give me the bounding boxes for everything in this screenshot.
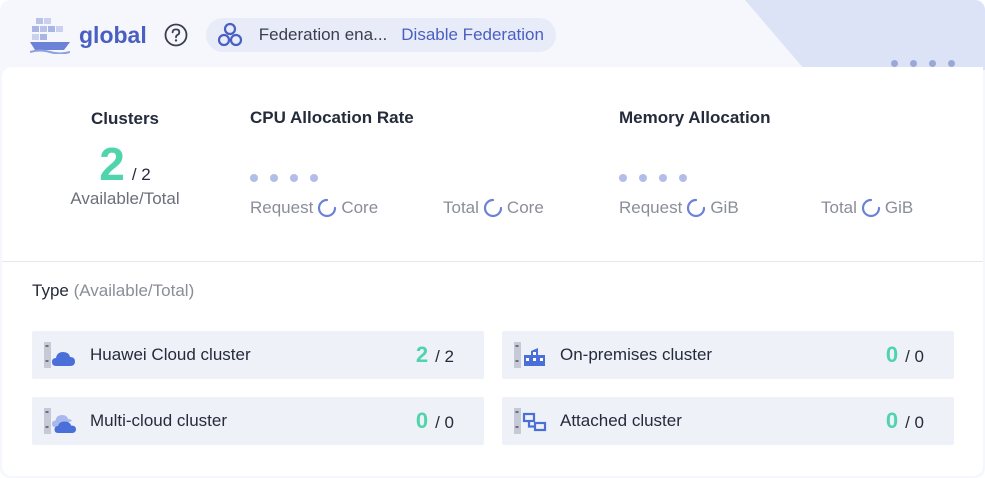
loading-spinner-icon — [861, 198, 881, 218]
cluster-total-count: / 0 — [435, 413, 454, 432]
summary-panel: Clusters 2 / 2 Available/Total CPU Alloc… — [2, 67, 983, 476]
attached-cluster-icon — [514, 408, 547, 434]
cluster-type-huawei-cloud[interactable]: Huawei Cloud cluster 2 / 2 — [32, 331, 484, 379]
memory-total-label: Total — [821, 198, 857, 217]
cluster-type-on-premises[interactable]: On-premises cluster 0 / 0 — [502, 331, 954, 379]
cluster-type-name: On-premises cluster — [560, 345, 713, 364]
cluster-type-name: Multi-cloud cluster — [90, 411, 227, 430]
cpu-stat: CPU Allocation Rate — [250, 108, 414, 182]
cpu-request: Request Core — [250, 198, 378, 218]
divider — [2, 261, 983, 262]
cluster-type-attached[interactable]: Attached cluster 0 / 0 — [502, 397, 954, 445]
cpu-total-unit: Core — [506, 198, 544, 217]
loading-spinner-icon — [483, 198, 503, 218]
cpu-total: Total Core — [443, 198, 544, 218]
fleet-summary-card: global Federation ena... Disable Federat… — [0, 0, 985, 478]
help-icon[interactable] — [164, 23, 188, 47]
memory-request-unit: GiB — [710, 198, 739, 217]
cluster-total-count: / 2 — [435, 347, 454, 366]
clusters-available-count: 2 — [99, 138, 125, 190]
cluster-type-name: Huawei Cloud cluster — [90, 345, 251, 364]
type-sublabel: (Available/Total) — [73, 281, 195, 300]
multi-cloud-icon — [44, 408, 76, 434]
memory-stat: Memory Allocation — [619, 108, 770, 182]
cpu-request-label: Request — [250, 198, 314, 217]
loading-spinner-icon — [687, 198, 706, 218]
type-heading: Type (Available/Total) — [32, 281, 194, 301]
clusters-total-count: / 2 — [131, 165, 151, 184]
federation-pill: Federation ena... Disable Federation — [205, 18, 556, 52]
on-premises-icon — [514, 342, 545, 368]
cluster-type-name: Attached cluster — [560, 411, 682, 430]
disable-federation-link[interactable]: Disable Federation — [401, 25, 544, 45]
cpu-label: CPU Allocation Rate — [250, 108, 414, 127]
cpu-total-label: Total — [443, 198, 479, 217]
cluster-type-multi-cloud[interactable]: Multi-cloud cluster 0 / 0 — [32, 397, 484, 445]
cluster-total-count: / 0 — [905, 347, 924, 366]
memory-loading-indicator — [619, 174, 770, 182]
cluster-total-count: / 0 — [905, 413, 924, 432]
clusters-label: Clusters — [90, 109, 160, 128]
huawei-cloud-icon — [44, 342, 75, 368]
cpu-request-unit: Core — [341, 198, 379, 217]
loading-spinner-icon — [318, 198, 337, 218]
fleet-logo-icon — [30, 18, 70, 54]
more-options-icon[interactable] — [891, 60, 955, 67]
memory-total: Total GiB — [821, 198, 913, 218]
federation-status: Federation ena... — [258, 25, 388, 44]
clusters-caption: Available/Total — [70, 189, 180, 208]
memory-request: Request GiB — [619, 198, 739, 218]
clusters-stat: Clusters 2 / 2 Available/Total — [50, 109, 200, 209]
page-title: global — [79, 21, 147, 48]
cluster-available-count: 0 — [885, 408, 899, 433]
federation-icon — [217, 22, 242, 47]
cluster-available-count: 0 — [415, 408, 429, 433]
memory-request-label: Request — [619, 198, 683, 217]
cluster-available-count: 0 — [885, 342, 899, 367]
type-label: Type — [32, 281, 69, 300]
cpu-loading-indicator — [250, 174, 414, 182]
memory-total-unit: GiB — [884, 198, 914, 217]
header: global Federation ena... Disable Federat… — [30, 16, 556, 54]
cluster-available-count: 2 — [415, 342, 429, 367]
memory-label: Memory Allocation — [619, 108, 771, 127]
